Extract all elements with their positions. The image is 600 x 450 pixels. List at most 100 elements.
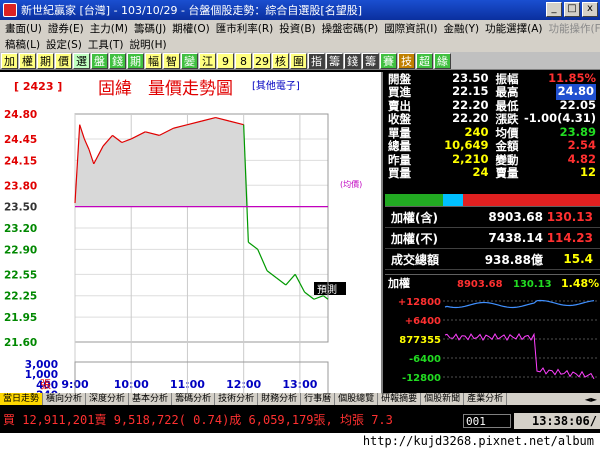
price-volume-chart: [ 2423 ] 固緯 量價走勢圖 [其他電子] (均價) 預測 24.80 24… [0,72,383,450]
menu-item[interactable]: 國際資訊(I) [381,21,440,36]
tab-item[interactable]: 深度分析 [86,393,130,405]
toolbar-button[interactable]: 選 [73,52,90,69]
clock: 13:38:06/ [514,413,600,429]
tab-item[interactable]: 技術分析 [215,393,259,405]
price-tick-label: 22.55 [4,269,37,281]
price-tick-label: 23.80 [4,180,37,192]
quote-row: 買量 24 賣量 12 [385,165,600,181]
page-number[interactable]: 001 [463,414,511,428]
price-tick-label: 24.15 [4,155,37,167]
ratio-red [463,194,600,206]
analysis-tabs: 當日走勢 橫向分析 深度分析 基本分析 籌碼分析 技術分析 財務分析 行事曆 個股總覽 研報摘要個… [0,393,600,405]
forecast-label: 預測 [317,283,337,296]
menu-item[interactable]: 畫面(U) [2,21,45,36]
toolbar-button[interactable]: 期 [37,52,54,69]
menu-item[interactable]: 說明(H) [127,37,170,52]
mini-tick-label: 877355 [399,335,441,346]
mini-label: 加權 [387,276,410,290]
tab-scroll-arrows[interactable]: ◄► [582,395,600,404]
toolbar-button[interactable]: 權 [19,52,36,69]
forecast-tag[interactable]: 預測 [314,282,346,296]
quote-label: 買量 [388,166,411,181]
mini-axis: +12800 +6400 877355 -6400 -12800 [398,297,598,384]
toolbar-button[interactable]: 智 [163,52,180,69]
toolbar-button[interactable]: 錢 [344,52,361,69]
tab-item[interactable]: 研報摘要 [378,393,422,405]
menu-item[interactable]: 匯市利率(R) [213,21,277,36]
menu-item[interactable]: 主力(M) [87,21,131,36]
market-ticker: 買 12,911,201賣 9,518,722( 0.74)成 6,059,17… [3,413,393,427]
price-tick-label: 24.80 [4,109,37,121]
toolbar-button[interactable]: 籌 [326,52,343,69]
toolbar-button[interactable]: 指 [308,52,325,69]
chart-subtitle: [其他電子] [252,79,300,92]
tab-item[interactable]: 基本分析 [129,393,173,405]
menu-item[interactable]: 工具(T) [85,37,127,52]
toolbar-button[interactable]: 錢 [109,52,126,69]
menu-item[interactable]: 功能選擇(A) [482,21,545,36]
minimize-button[interactable]: _ [546,2,562,17]
tab-item[interactable]: 個股新聞 [421,393,465,405]
index-label: 成交總額 [391,252,440,267]
tab-item[interactable]: 橫向分析 [43,393,87,405]
mini-value: 8903.68 [457,279,503,290]
tab-item[interactable]: 行事曆 [301,393,336,405]
index-row: 加權(含) 8903.68 130.13 [385,207,600,228]
menu-item[interactable]: 設定(S) [43,37,85,52]
menu-item[interactable]: 證券(E) [45,21,87,36]
menu-item[interactable]: 操盤密碼(P) [319,21,382,36]
close-button[interactable]: x [582,2,598,17]
price-tick-label: 21.95 [4,312,37,324]
price-line-segment [285,273,296,286]
toolbar-button[interactable]: 變 [181,52,198,69]
toolbar-button[interactable]: 超 [416,52,433,69]
tab-item[interactable]: 財務分析 [258,393,302,405]
toolbar-button[interactable]: 圍 [290,52,307,69]
toolbar-button[interactable]: 價 [55,52,72,69]
index-value: 938.88億 [484,252,543,267]
menu-item[interactable]: 籌碼(J) [131,21,169,36]
toolbar-button[interactable]: 8 [235,52,252,69]
menu-item[interactable]: 投資(B) [276,21,318,36]
toolbar-button[interactable]: 核 [272,52,289,69]
tab-item[interactable]: 當日走勢 [0,393,44,405]
index-change: 15.4 [563,252,593,266]
toolbar-button[interactable]: 緣 [434,52,451,69]
menu-item[interactable]: 期權(O) [169,21,212,36]
price-axis: 24.80 24.45 24.15 23.80 23.50 23.20 22.90 22.55… [4,109,37,349]
toolbar-button[interactable]: 29 [253,52,271,69]
maximize-button[interactable]: □ [564,2,580,17]
title-bar: 新世紀贏家 [台灣] - 103/10/29 - 台盤個股走勢：綜合自選股[名望… [0,0,600,20]
toolbar-button[interactable]: 加 [1,52,18,69]
toolbar-button[interactable]: 盤 [91,52,108,69]
tab-item[interactable]: 個股總覽 [335,393,379,405]
toolbar-button[interactable]: 技 [398,52,415,69]
toolbar-button[interactable]: 籌 [362,52,379,69]
price-area-fill [75,117,328,207]
toolbar-button[interactable]: 幅 [145,52,162,69]
mini-pct: 1.48% [561,277,599,290]
menu-bar: 畫面(U) 證券(E) 主力(M) 籌碼(J) 期權(O) 匯市利率(R) 投資(B) 操盤密… [0,20,600,52]
chart-svg: [ 2423 ] 固緯 量價走勢圖 [其他電子] (均價) 預測 24.8024… [4,79,362,450]
tab-item[interactable]: 產業分析 [464,393,508,405]
window-title: 新世紀贏家 [台灣] - 103/10/29 - 台盤個股走勢：綜合自選股[名望… [21,4,362,17]
toolbar-button[interactable]: 9 [217,52,234,69]
app-icon [3,3,17,17]
toolbar-button[interactable]: 賽 [380,52,397,69]
menu-item[interactable]: 金融(Y) [440,21,482,36]
price-tick-label: 22.25 [4,291,37,303]
quote-label: 賣量 [495,166,519,181]
ratio-cyan [443,194,463,206]
quote-panel: 開盤 23.50 振幅 11.85% 買進 22.15 最高 24.80 賣出 22.20 最低 22… [385,71,600,194]
index-change: 114.23 [546,231,593,245]
toolbar-button[interactable]: 期 [127,52,144,69]
buy-sell-ratio-bar [385,194,600,206]
mini-tick-label: +12800 [398,297,441,308]
stock-code: [ 2423 ] [14,80,62,93]
menu-row-1: 畫面(U) 證券(E) 主力(M) 籌碼(J) 期權(O) 匯市利率(R) 投資(B) 操盤密… [0,20,600,36]
menu-item[interactable]: 稿稿(L) [2,37,43,52]
toolbar-button[interactable]: 江 [199,52,216,69]
price-tick-label: 21.60 [4,337,37,349]
tab-item[interactable]: 籌碼分析 [172,393,216,405]
index-line [444,299,595,309]
